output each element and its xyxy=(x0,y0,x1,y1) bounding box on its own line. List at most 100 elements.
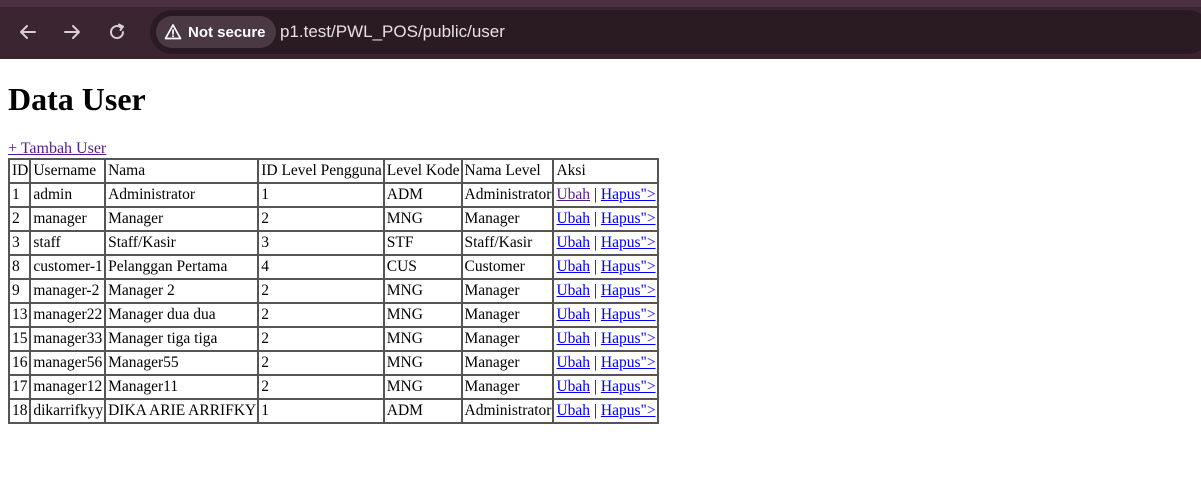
table-row: 18 dikarrifkyy DIKA ARIE ARRIFKY 1 ADM Admini… xyxy=(9,399,658,423)
action-separator: | xyxy=(593,329,598,347)
cell-id: 3 xyxy=(9,231,31,255)
url-text[interactable]: p1.test/PWL_POS/public/user xyxy=(280,10,505,54)
address-bar[interactable]: Not secure p1.test/PWL_POS/public/user xyxy=(150,10,1201,54)
cell-id: 13 xyxy=(9,303,31,327)
cell-level-kode: MNG xyxy=(383,351,462,375)
edit-link[interactable]: Ubah xyxy=(556,234,590,251)
edit-link[interactable]: Ubah xyxy=(556,210,590,227)
cell-level-kode: MNG xyxy=(383,279,462,303)
edit-link[interactable]: Ubah xyxy=(556,306,590,323)
table-row: 1 admin Administrator 1 ADM Administrator Ubah… xyxy=(9,183,658,207)
cell-level-kode: CUS xyxy=(383,255,462,279)
forward-arrow-icon xyxy=(64,25,80,39)
delete-link[interactable]: Hapus"> xyxy=(601,330,656,347)
security-indicator[interactable]: Not secure xyxy=(156,16,276,48)
browser-toolbar: Not secure p1.test/PWL_POS/public/user xyxy=(0,0,1201,59)
action-separator: | xyxy=(593,257,598,275)
cell-nama: Pelanggan Pertama xyxy=(105,255,259,279)
header-id: ID xyxy=(9,159,31,183)
action-separator: | xyxy=(593,401,598,419)
back-button[interactable] xyxy=(11,15,45,49)
cell-level-kode: STF xyxy=(383,231,462,255)
cell-nama: Staff/Kasir xyxy=(105,231,259,255)
cell-level-nama: Manager xyxy=(461,327,554,351)
cell-level-nama: Manager xyxy=(461,207,554,231)
header-nama: Nama xyxy=(105,159,259,183)
action-separator: | xyxy=(593,281,598,299)
cell-level-kode: MNG xyxy=(383,303,462,327)
cell-level-id: 2 xyxy=(258,303,384,327)
cell-username: manager xyxy=(30,207,106,231)
table-row: 15 manager33 Manager tiga tiga 2 MNG Manager U… xyxy=(9,327,658,351)
cell-nama: Manager dua dua xyxy=(105,303,259,327)
cell-level-kode: MNG xyxy=(383,327,462,351)
delete-link[interactable]: Hapus"> xyxy=(601,234,656,251)
cell-aksi: Ubah | Hapus"> xyxy=(553,327,658,351)
table-row: 17 manager12 Manager11 2 MNG Manager Ubah | Ha… xyxy=(9,375,658,399)
cell-aksi: Ubah | Hapus"> xyxy=(553,279,658,303)
delete-link[interactable]: Hapus"> xyxy=(601,186,656,203)
cell-nama: Manager 2 xyxy=(105,279,259,303)
cell-aksi: Ubah | Hapus"> xyxy=(553,375,658,399)
delete-link[interactable]: Hapus"> xyxy=(601,282,656,299)
cell-id: 8 xyxy=(9,255,31,279)
cell-level-nama: Staff/Kasir xyxy=(461,231,554,255)
add-user-link[interactable]: + Tambah User xyxy=(8,140,106,158)
header-level-nama: Nama Level xyxy=(461,159,554,183)
cell-id: 1 xyxy=(9,183,31,207)
cell-id: 17 xyxy=(9,375,31,399)
delete-link[interactable]: Hapus"> xyxy=(601,354,656,371)
delete-link[interactable]: Hapus"> xyxy=(601,258,656,275)
cell-level-nama: Administrator xyxy=(461,399,554,423)
header-aksi: Aksi xyxy=(553,159,658,183)
delete-link[interactable]: Hapus"> xyxy=(601,210,656,227)
cell-username: dikarrifkyy xyxy=(30,399,106,423)
cell-level-id: 3 xyxy=(258,231,384,255)
cell-aksi: Ubah | Hapus"> xyxy=(553,183,658,207)
cell-level-id: 1 xyxy=(258,399,384,423)
forward-button[interactable] xyxy=(55,15,89,49)
edit-link[interactable]: Ubah xyxy=(556,354,590,371)
page-content: Data User + Tambah User ID Username Nama… xyxy=(8,59,659,424)
header-level-kode: Level Kode xyxy=(383,159,462,183)
edit-link[interactable]: Ubah xyxy=(556,402,590,419)
table-body: 1 admin Administrator 1 ADM Administrator Ubah… xyxy=(9,183,658,423)
reload-button[interactable] xyxy=(100,15,134,49)
cell-level-kode: MNG xyxy=(383,375,462,399)
header-username: Username xyxy=(30,159,106,183)
cell-level-nama: Manager xyxy=(461,303,554,327)
action-separator: | xyxy=(593,185,598,203)
cell-aksi: Ubah | Hapus"> xyxy=(553,303,658,327)
edit-link[interactable]: Ubah xyxy=(556,258,590,275)
header-level-id: ID Level Pengguna xyxy=(258,159,384,183)
edit-link[interactable]: Ubah xyxy=(556,330,590,347)
cell-aksi: Ubah | Hapus"> xyxy=(553,231,658,255)
cell-level-id: 2 xyxy=(258,375,384,399)
cell-nama: Manager tiga tiga xyxy=(105,327,259,351)
cell-username: admin xyxy=(30,183,106,207)
cell-nama: Administrator xyxy=(105,183,259,207)
edit-link[interactable]: Ubah xyxy=(556,378,590,395)
cell-aksi: Ubah | Hapus"> xyxy=(553,207,658,231)
table-row: 8 customer-1 Pelanggan Pertama 4 CUS Customer… xyxy=(9,255,658,279)
cell-id: 15 xyxy=(9,327,31,351)
cell-username: manager22 xyxy=(30,303,106,327)
cell-username: customer-1 xyxy=(30,255,106,279)
cell-nama: DIKA ARIE ARRIFKY xyxy=(105,399,259,423)
action-separator: | xyxy=(593,377,598,395)
cell-level-nama: Manager xyxy=(461,351,554,375)
delete-link[interactable]: Hapus"> xyxy=(601,306,656,323)
cell-level-nama: Customer xyxy=(461,255,554,279)
edit-link[interactable]: Ubah xyxy=(556,186,590,203)
security-label: Not secure xyxy=(188,23,266,41)
reload-icon xyxy=(110,23,125,40)
action-separator: | xyxy=(593,353,598,371)
edit-link[interactable]: Ubah xyxy=(556,282,590,299)
delete-link[interactable]: Hapus"> xyxy=(601,378,656,395)
action-separator: | xyxy=(593,233,598,251)
cell-nama: Manager55 xyxy=(105,351,259,375)
cell-level-id: 2 xyxy=(258,207,384,231)
delete-link[interactable]: Hapus"> xyxy=(601,402,656,419)
cell-level-id: 4 xyxy=(258,255,384,279)
table-row: 2 manager Manager 2 MNG Manager Ubah | Hapus"> xyxy=(9,207,658,231)
